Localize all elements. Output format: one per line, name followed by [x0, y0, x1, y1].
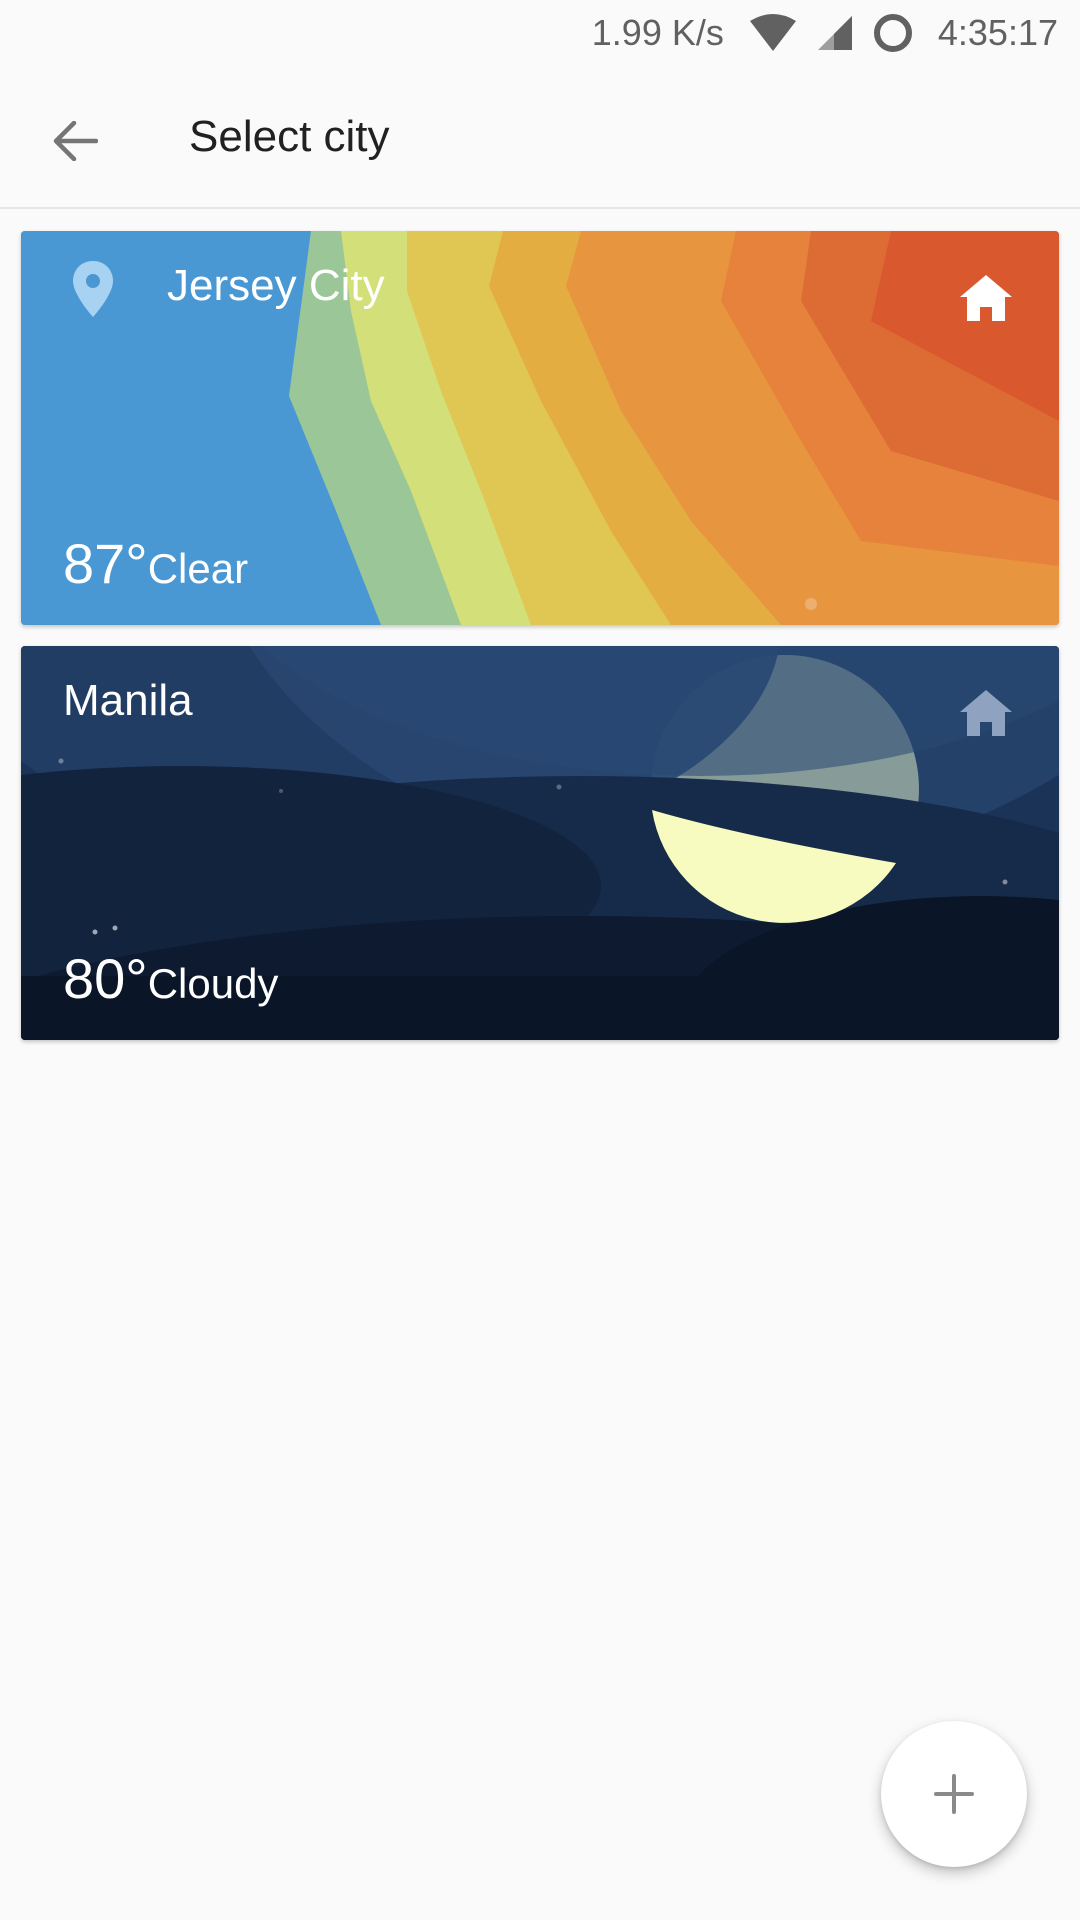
- home-icon: [960, 275, 1012, 321]
- city-card-jersey-city[interactable]: Jersey City 87° Clear: [21, 231, 1059, 625]
- wifi-icon: [748, 13, 798, 53]
- add-city-button[interactable]: [881, 1721, 1027, 1867]
- cell-signal-icon: [816, 14, 854, 52]
- weather-summary: 80° Cloudy: [63, 946, 278, 1011]
- page-title: Select city: [189, 112, 390, 161]
- city-card-manila[interactable]: Manila 80° Cloudy: [21, 646, 1059, 1040]
- loading-ring-icon: [872, 12, 914, 54]
- temperature: 87°: [63, 532, 148, 595]
- set-home-button[interactable]: [953, 265, 1019, 331]
- home-icon: [960, 690, 1012, 736]
- app-bar: Select city: [0, 66, 1080, 209]
- network-speed: 1.99 K/s: [591, 12, 724, 53]
- city-name: Jersey City: [167, 261, 385, 310]
- plus-icon: [934, 1774, 974, 1814]
- location-pin-icon: [73, 261, 113, 317]
- back-button[interactable]: [40, 106, 110, 176]
- clock: 4:35:17: [937, 12, 1058, 53]
- arrow-back-icon: [53, 121, 98, 161]
- temperature: 80°: [63, 947, 148, 1010]
- set-home-button[interactable]: [953, 680, 1019, 746]
- status-bar: 1.99 K/s 4:35:17: [0, 0, 1080, 66]
- condition: Clear: [147, 545, 249, 592]
- condition: Cloudy: [147, 960, 279, 1007]
- city-name: Manila: [63, 676, 193, 725]
- weather-summary: 87° Clear: [63, 531, 248, 596]
